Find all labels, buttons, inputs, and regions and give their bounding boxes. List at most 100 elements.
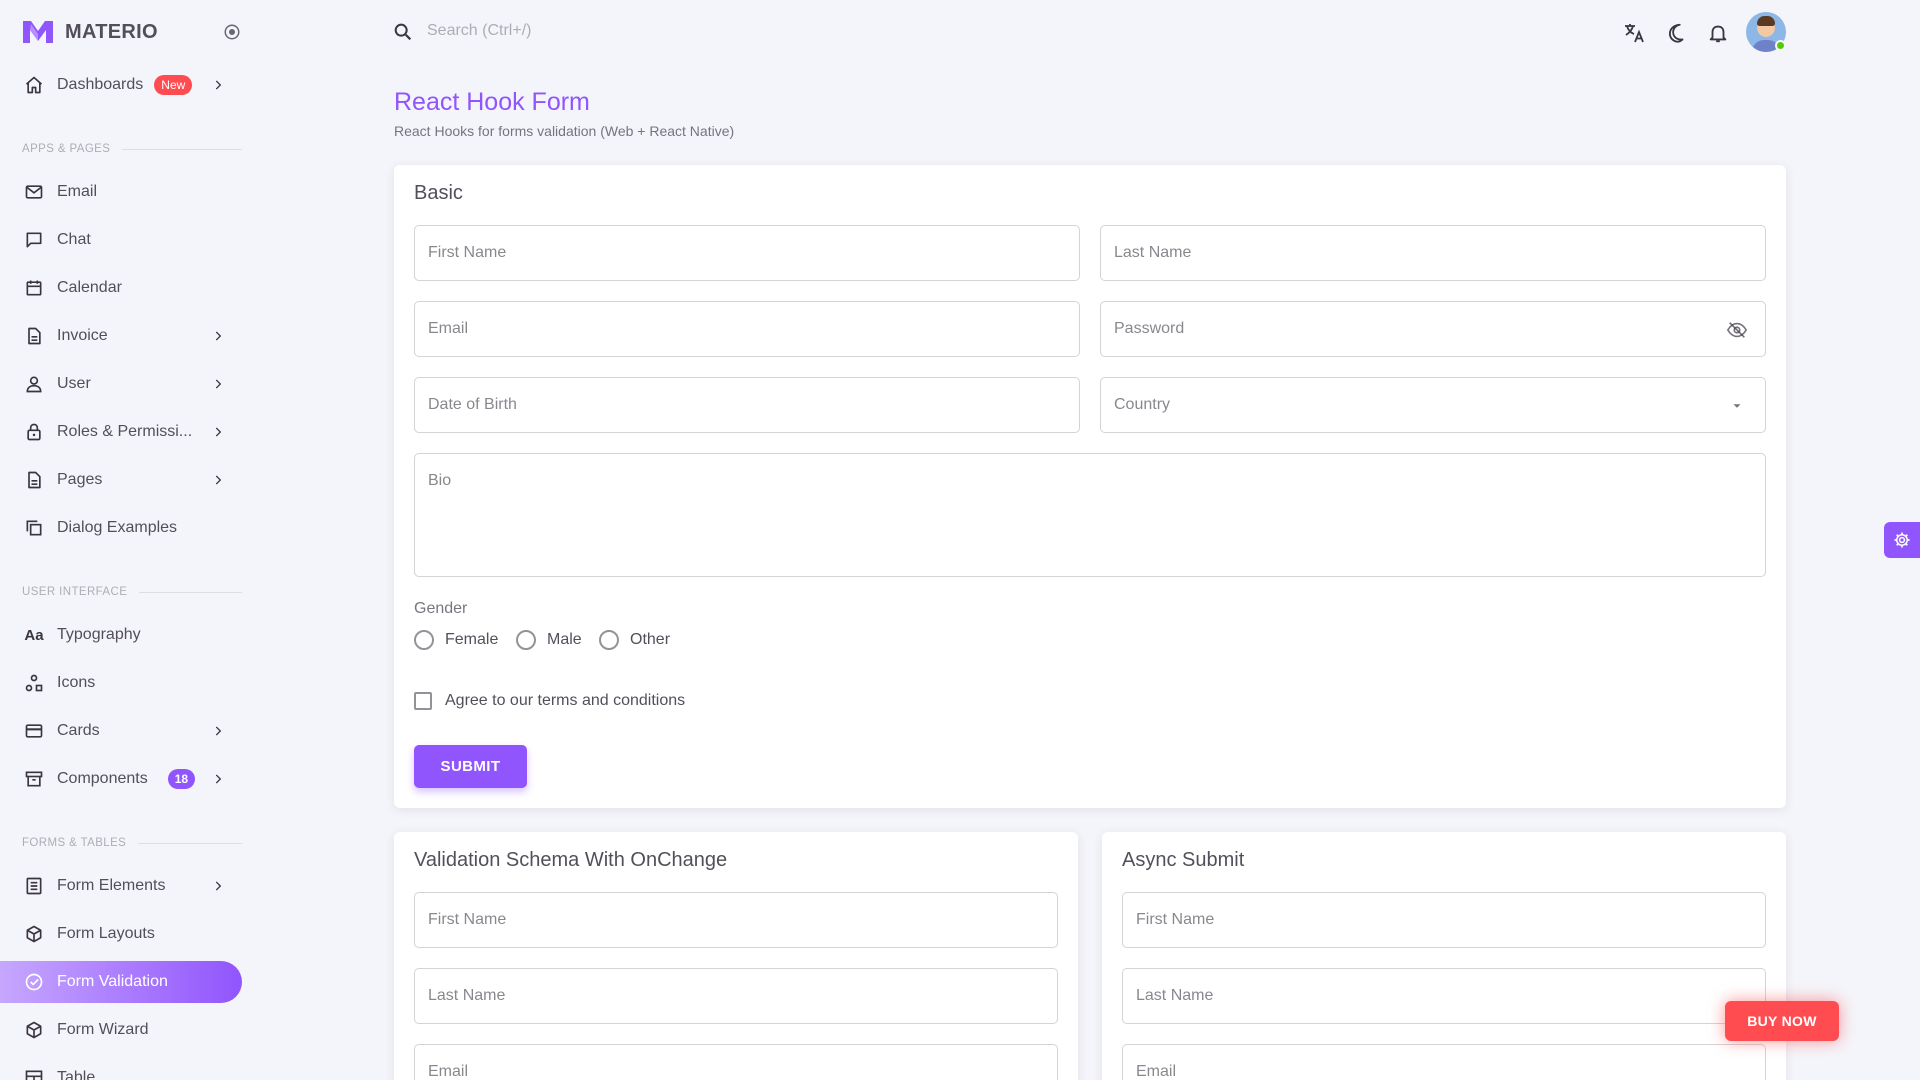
sidebar-pin-button[interactable]: [220, 20, 244, 44]
sidebar-item-label: Form Layouts: [57, 925, 155, 942]
sidebar-item-user[interactable]: User: [0, 363, 242, 405]
async-last-name-field[interactable]: Last Name: [1122, 968, 1766, 1024]
chat-icon: [23, 229, 45, 251]
new-badge: New: [154, 75, 193, 95]
sidebar-item-table[interactable]: Table: [0, 1057, 242, 1080]
schema-last-name-field[interactable]: Last Name: [414, 968, 1058, 1024]
sidebar-item-invoice[interactable]: Invoice: [0, 315, 242, 357]
gender-radio-male[interactable]: Male: [516, 630, 582, 650]
schema-first-name-field[interactable]: First Name: [414, 892, 1058, 948]
radio-label: Other: [630, 631, 671, 648]
schema-email-field[interactable]: Email: [414, 1044, 1058, 1080]
email-field[interactable]: Email: [414, 301, 1080, 357]
password-field[interactable]: Password: [1100, 301, 1766, 357]
section-header-forms-tables: FORMS & TABLES: [22, 835, 242, 851]
card-title: Basic: [414, 182, 463, 204]
file-document-icon: [23, 325, 45, 347]
field-placeholder: Email: [428, 320, 469, 337]
buy-now-button[interactable]: BUY NOW: [1725, 1001, 1839, 1041]
customizer-toggle-button[interactable]: [1884, 522, 1920, 558]
search-input[interactable]: Search (Ctrl+/): [427, 22, 531, 40]
sidebar-item-email[interactable]: Email: [0, 171, 242, 213]
page-subtitle: React Hooks for forms validation (Web + …: [394, 123, 735, 139]
field-placeholder: Email: [1136, 1063, 1177, 1080]
chevron-right-icon: [208, 876, 228, 896]
field-placeholder: Last Name: [428, 987, 506, 1004]
calendar-icon: [23, 277, 45, 299]
last-name-field[interactable]: Last Name: [1100, 225, 1766, 281]
first-name-field[interactable]: First Name: [414, 225, 1080, 281]
file-document-icon: [23, 469, 45, 491]
sidebar-item-roles-permissions[interactable]: Roles & Permissi...: [0, 411, 242, 453]
chevron-right-icon: [208, 374, 228, 394]
online-status-dot: [1775, 40, 1786, 51]
sidebar-item-label: Form Wizard: [57, 1021, 149, 1038]
content-copy-icon: [23, 517, 45, 539]
page-title[interactable]: React Hook Form: [394, 88, 590, 117]
sidebar-item-pages[interactable]: Pages: [0, 459, 242, 501]
home-icon: [23, 74, 45, 96]
section-header-apps-pages: APPS & PAGES: [22, 141, 242, 157]
field-placeholder: Date of Birth: [428, 396, 517, 413]
search-icon[interactable]: [392, 21, 414, 43]
terms-checkbox[interactable]: Agree to our terms and conditions: [414, 692, 685, 710]
field-placeholder: First Name: [428, 911, 507, 928]
bio-textarea[interactable]: Bio: [414, 453, 1766, 577]
sidebar-item-cards[interactable]: Cards: [0, 710, 242, 752]
radio-button-icon[interactable]: [516, 630, 536, 650]
gender-label: Gender: [414, 600, 468, 617]
gear-icon: [1894, 532, 1910, 548]
sidebar-item-label: Form Validation: [57, 973, 168, 990]
bell-icon[interactable]: [1705, 20, 1731, 46]
sidebar-item-form-wizard[interactable]: Form Wizard: [0, 1009, 242, 1051]
country-select[interactable]: Country: [1100, 377, 1766, 433]
checkbox-label: Agree to our terms and conditions: [445, 692, 686, 709]
field-placeholder: First Name: [1136, 911, 1215, 928]
sidebar-item-label: Icons: [57, 674, 96, 691]
chevron-right-icon: [208, 75, 228, 95]
sidebar-item-chat[interactable]: Chat: [0, 219, 242, 261]
sidebar-item-label: Typography: [57, 626, 141, 643]
moon-icon[interactable]: [1664, 20, 1690, 46]
menu-down-icon: [1725, 394, 1749, 418]
field-placeholder: First Name: [428, 244, 507, 261]
section-header-label: APPS & PAGES: [22, 143, 111, 155]
count-badge: 18: [167, 769, 196, 789]
sidebar-item-typography[interactable]: Aa Typography: [0, 614, 242, 656]
radio-button-icon[interactable]: [414, 630, 434, 650]
sidebar-item-form-layouts[interactable]: Form Layouts: [0, 913, 242, 955]
sidebar-item-icons[interactable]: Icons: [0, 662, 242, 704]
radio-label: Female: [445, 631, 499, 648]
date-of-birth-field[interactable]: Date of Birth: [414, 377, 1080, 433]
radio-button-icon[interactable]: [599, 630, 619, 650]
sidebar-item-dialog-examples[interactable]: Dialog Examples: [0, 507, 242, 549]
account-icon: [23, 373, 45, 395]
sidebar-item-form-elements[interactable]: Form Elements: [0, 865, 242, 907]
eye-off-icon[interactable]: [1725, 318, 1749, 342]
gender-radio-other[interactable]: Other: [599, 630, 670, 650]
submit-button[interactable]: SUBMIT: [414, 745, 527, 788]
radio-label: Male: [547, 631, 582, 648]
sidebar: MATERIO Dashboards New APPS & PAGES Emai…: [0, 0, 260, 1080]
sidebar-item-calendar[interactable]: Calendar: [0, 267, 242, 309]
sidebar-item-dashboards[interactable]: Dashboards New: [0, 64, 242, 106]
field-placeholder: Country: [1114, 396, 1171, 413]
async-first-name-field[interactable]: First Name: [1122, 892, 1766, 948]
checkbox-icon[interactable]: [414, 692, 432, 710]
field-placeholder: Password: [1114, 320, 1185, 337]
async-email-field[interactable]: Email: [1122, 1044, 1766, 1080]
field-placeholder: Last Name: [1114, 244, 1192, 261]
package-icon: [23, 1019, 45, 1041]
sidebar-item-components[interactable]: Components 18: [0, 758, 242, 800]
check-circle-outline-icon: [23, 971, 45, 993]
sidebar-item-label: Table: [57, 1069, 96, 1080]
gender-radio-female[interactable]: Female: [414, 630, 498, 650]
lock-icon: [23, 421, 45, 443]
brand[interactable]: MATERIO: [23, 16, 158, 48]
card-title: Validation Schema With OnChange: [414, 849, 728, 871]
sidebar-item-label: Roles & Permissi...: [57, 423, 193, 440]
field-placeholder: Bio: [428, 472, 452, 489]
translate-icon[interactable]: [1621, 20, 1647, 46]
sidebar-item-form-validation[interactable]: Form Validation: [0, 961, 242, 1003]
chevron-right-icon: [208, 326, 228, 346]
